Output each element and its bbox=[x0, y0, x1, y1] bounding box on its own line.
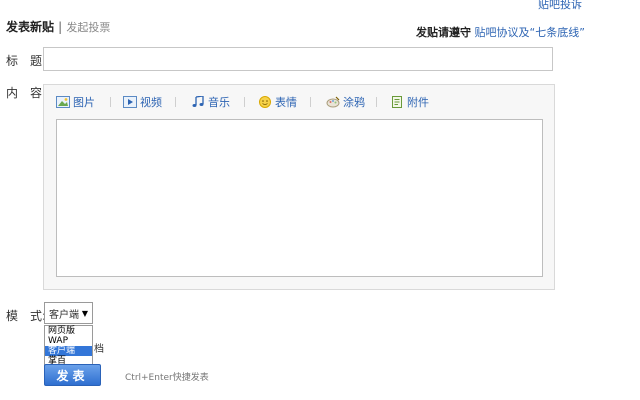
toolbar-music-label: 音乐 bbox=[208, 96, 230, 109]
chevron-down-icon: ▼ bbox=[81, 308, 88, 318]
tab-separator: | bbox=[58, 20, 63, 34]
submit-button[interactable]: 发表 bbox=[44, 364, 101, 386]
report-link[interactable]: 贴吧投诉 bbox=[538, 0, 582, 12]
graffiti-icon bbox=[326, 96, 340, 108]
toolbar-graffiti-label: 涂鸦 bbox=[343, 96, 365, 109]
image-icon bbox=[56, 96, 70, 108]
toolbar-graffiti-button[interactable]: 涂鸦 bbox=[326, 94, 365, 110]
toolbar-emoji-button[interactable]: 表情 bbox=[258, 94, 297, 110]
shortcut-hint: Ctrl+Enter快捷发表 bbox=[125, 373, 209, 383]
posting-rules: 发贴请遵守 贴吧协议及“七条底线” bbox=[416, 24, 585, 40]
toolbar-attachment-label: 附件 bbox=[407, 96, 429, 109]
post-tabs: 发表新贴 | 发起投票 bbox=[6, 18, 110, 35]
toolbar-image-button[interactable]: 图片 bbox=[56, 94, 95, 110]
editor-textarea[interactable] bbox=[56, 119, 543, 277]
attachment-icon bbox=[392, 96, 402, 108]
toolbar-attachment-button[interactable]: 附件 bbox=[390, 94, 429, 110]
tab-new-post[interactable]: 发表新贴 bbox=[6, 20, 54, 34]
mode-option-web[interactable]: 网页版 bbox=[45, 326, 92, 336]
toolbar-divider bbox=[175, 97, 176, 107]
title-label: 标 题: bbox=[6, 54, 47, 68]
toolbar-music-button[interactable]: 音乐 bbox=[191, 94, 230, 110]
video-icon bbox=[123, 96, 137, 108]
toolbar-video-label: 视频 bbox=[140, 96, 162, 109]
mode-option-wap[interactable]: WAP bbox=[45, 336, 92, 346]
mode-option-client[interactable]: 客户端 bbox=[45, 346, 92, 356]
rules-link[interactable]: 贴吧协议及“七条底线” bbox=[475, 26, 585, 39]
toolbar-video-button[interactable]: 视频 bbox=[123, 94, 162, 110]
rules-prefix: 发贴请遵守 bbox=[416, 26, 471, 39]
title-input[interactable] bbox=[43, 47, 553, 71]
smiley-icon bbox=[259, 96, 271, 108]
tab-start-vote[interactable]: 发起投票 bbox=[66, 21, 110, 34]
mode-select[interactable]: 客户端 ▼ bbox=[44, 302, 93, 324]
partially-hidden-text: 档 bbox=[94, 344, 104, 355]
toolbar-divider bbox=[376, 97, 377, 107]
content-label: 内 容: bbox=[6, 86, 47, 100]
mode-selected-value: 客户端 bbox=[49, 309, 79, 321]
toolbar-divider bbox=[244, 97, 245, 107]
music-icon bbox=[192, 96, 204, 107]
mode-dropdown-list: 网页版 WAP 客户端 掌百 bbox=[44, 325, 93, 366]
toolbar-divider bbox=[110, 97, 111, 107]
toolbar-emoji-label: 表情 bbox=[275, 96, 297, 109]
toolbar-image-label: 图片 bbox=[73, 96, 95, 109]
toolbar-divider bbox=[310, 97, 311, 107]
mode-label: 模 式: bbox=[6, 309, 47, 323]
